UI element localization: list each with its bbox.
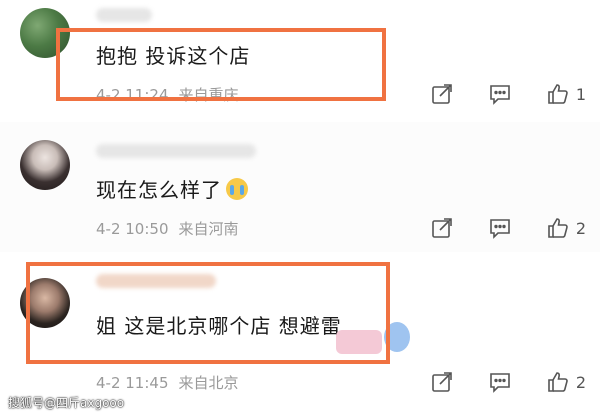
comment-text-row: 现在怎么样了 [96,174,248,203]
thumbs-up-icon [548,372,568,392]
comment-meta: 4-2 10:50 来自河南 [96,218,239,239]
comment-text: 抱抱 投诉这个店 [96,44,251,68]
reply-button[interactable] [488,82,512,106]
avatar[interactable] [20,140,70,190]
avatar[interactable] [20,278,70,328]
like-button[interactable]: 2 [546,370,586,394]
watermark: 搜狐号@四斤axgooo [8,396,125,410]
comment-actions: 2 [396,216,586,240]
share-icon [432,84,452,104]
comment-icon [490,85,510,105]
comment-location: 来自重庆 [178,86,239,104]
share-button[interactable] [430,82,454,106]
comment-actions: 2 [396,370,586,394]
comment-location: 来自北京 [178,374,239,392]
like-button[interactable]: 1 [546,82,586,106]
share-button[interactable] [430,370,454,394]
like-count: 2 [575,218,586,238]
thumbs-up-icon [548,84,568,104]
like-button[interactable]: 2 [546,216,586,240]
crying-emoji-icon [226,178,248,200]
comment-actions: 1 [396,82,586,106]
share-icon [432,218,452,238]
avatar[interactable] [20,8,70,58]
share-button[interactable] [430,216,454,240]
sticker-shape [336,330,382,354]
thumbs-up-icon [548,218,568,238]
comment-date: 4-2 10:50 [96,220,169,238]
comment-item: 抱抱 投诉这个店 4-2 11:24 来自重庆 1 [0,0,600,122]
comment-meta: 4-2 11:45 来自北京 [96,372,239,393]
comment-meta: 4-2 11:24 来自重庆 [96,84,239,105]
like-count: 1 [575,84,586,104]
comment-item: 现在怎么样了 4-2 10:50 来自河南 2 [0,122,600,252]
reply-button[interactable] [488,216,512,240]
comment-date: 4-2 11:24 [96,86,169,104]
comment-item: 姐 这是北京哪个店 想避雷 4-2 11:45 来自北京 2 [0,252,600,417]
comment-text: 现在怎么样了 [96,178,222,202]
comment-date: 4-2 11:45 [96,374,169,392]
username-blurred[interactable] [96,8,152,22]
reply-button[interactable] [488,370,512,394]
comment-icon [490,219,510,239]
share-icon [432,372,452,392]
comment-text: 姐 这是北京哪个店 想避雷 [96,314,342,338]
comment-icon [490,373,510,393]
sticker-decoration [336,320,410,356]
sticker-shape [384,322,410,352]
username-blurred[interactable] [96,144,256,158]
comment-location: 来自河南 [178,220,239,238]
username-blurred[interactable] [96,274,216,288]
like-count: 2 [575,372,586,392]
